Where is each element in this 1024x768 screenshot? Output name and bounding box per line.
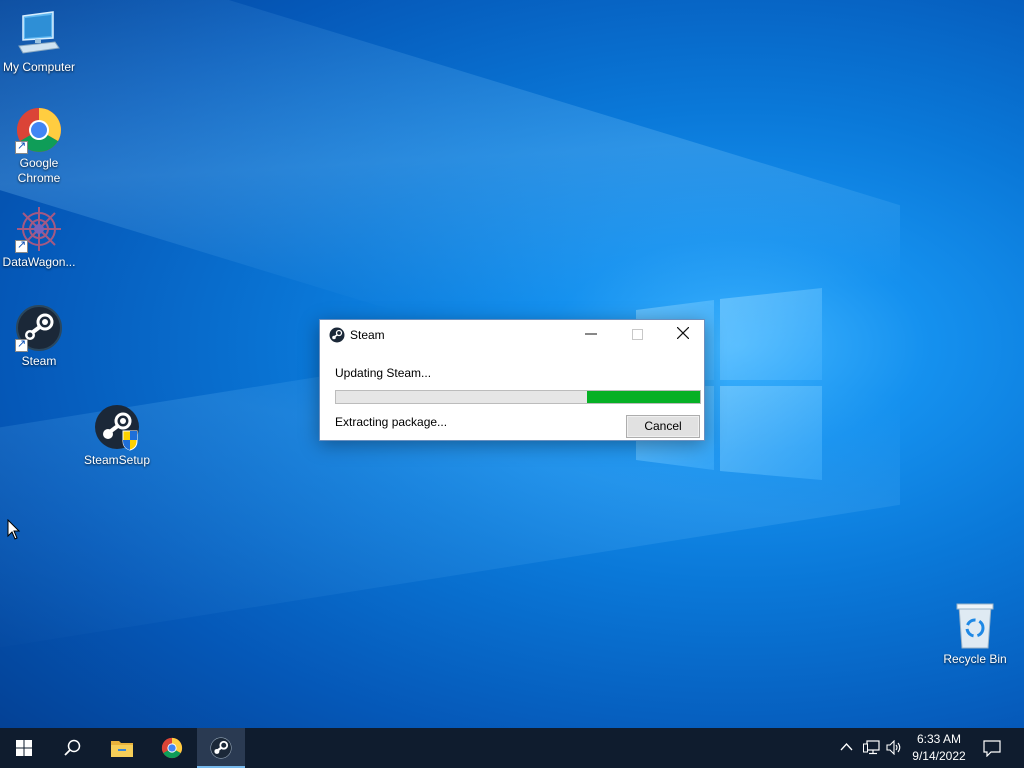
- steam-setup-icon: [93, 403, 141, 451]
- search-icon: [64, 739, 81, 756]
- desktop-icon-steam[interactable]: Steam: [0, 304, 79, 369]
- taskbar: 6:33 AM 9/14/2022: [0, 728, 1024, 768]
- steam-icon: [15, 304, 63, 352]
- shortcut-arrow-icon: [15, 238, 28, 253]
- search-button[interactable]: [48, 728, 96, 768]
- steam-update-dialog: Steam Updating Steam... Extracting packa…: [319, 319, 705, 441]
- clock-date: 9/14/2022: [912, 749, 966, 763]
- network-icon: [863, 740, 880, 755]
- close-icon: [676, 326, 690, 340]
- update-detail-text: Extracting package...: [335, 415, 448, 429]
- recycle-bin-icon: [951, 602, 999, 650]
- desktop-icon-label: SteamSetup: [83, 453, 151, 467]
- computer-icon: [15, 10, 63, 58]
- mouse-cursor-icon: [7, 519, 21, 540]
- steam-icon: [210, 737, 232, 759]
- notification-icon: [983, 740, 1001, 757]
- action-center-button[interactable]: [976, 728, 1016, 768]
- desktop-icon-datawagon[interactable]: DataWagon...: [0, 205, 79, 270]
- start-icon: [16, 740, 32, 756]
- clock-time: 6:33 AM: [916, 732, 962, 746]
- desktop-icon-my-computer[interactable]: My Computer: [0, 10, 79, 75]
- volume-tray-button[interactable]: [884, 728, 904, 768]
- steam-icon: [329, 327, 345, 343]
- update-status-text: Updating Steam...: [335, 366, 432, 380]
- shortcut-arrow-icon: [15, 139, 28, 154]
- desktop-icon-steamsetup[interactable]: SteamSetup: [77, 403, 157, 468]
- chevron-up-icon: [840, 743, 853, 751]
- progress-fill: [587, 391, 700, 403]
- desktop-icon-google-chrome[interactable]: Google Chrome: [0, 106, 79, 186]
- cancel-button[interactable]: Cancel: [626, 415, 700, 438]
- minimize-icon: [585, 333, 597, 335]
- desktop-icon-label: Steam: [21, 354, 57, 368]
- desktop-icon-label: Recycle Bin: [943, 652, 1007, 666]
- desktop-icon-recycle-bin[interactable]: Recycle Bin: [935, 602, 1015, 667]
- desktop-icon-label: My Computer: [2, 60, 76, 74]
- desktop-icon-label: Google Chrome: [17, 156, 61, 185]
- chrome-icon: [161, 737, 183, 759]
- update-progress-bar: [335, 390, 701, 404]
- taskbar-clock[interactable]: 6:33 AM 9/14/2022: [906, 731, 972, 765]
- dialog-titlebar[interactable]: Steam: [320, 320, 704, 350]
- network-tray-button[interactable]: [861, 728, 881, 768]
- taskbar-chrome[interactable]: [148, 728, 196, 768]
- maximize-icon: [631, 329, 643, 340]
- volume-icon: [886, 740, 901, 755]
- close-button[interactable]: [660, 320, 706, 350]
- minimize-button[interactable]: [568, 320, 614, 350]
- taskbar-steam[interactable]: [197, 728, 245, 768]
- show-hidden-icons-button[interactable]: [838, 728, 856, 768]
- shortcut-arrow-icon: [15, 337, 28, 352]
- chrome-icon: [15, 106, 63, 154]
- file-explorer-icon: [111, 741, 133, 757]
- desktop-icon-label: DataWagon...: [2, 255, 76, 269]
- datawagon-icon: [15, 205, 63, 253]
- taskbar-file-explorer[interactable]: [98, 728, 146, 768]
- maximize-button: [614, 320, 660, 350]
- dialog-title: Steam: [350, 328, 385, 342]
- start-button[interactable]: [0, 728, 48, 768]
